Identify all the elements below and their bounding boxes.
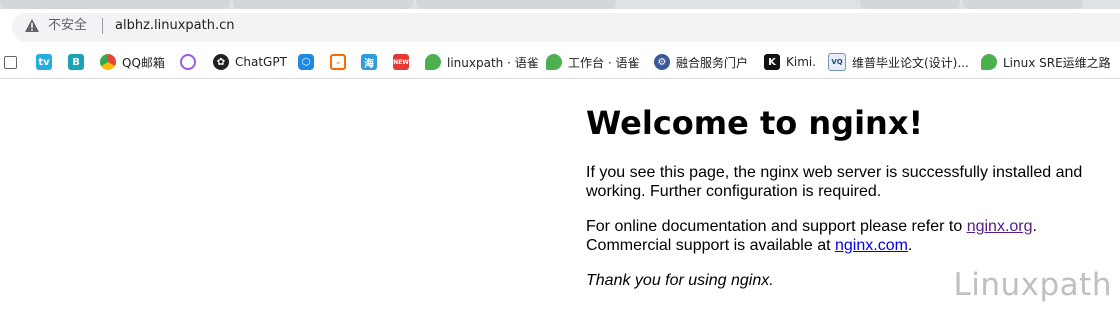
security-label[interactable]: 不安全 <box>48 18 87 34</box>
b-app-icon: B <box>68 54 84 70</box>
bookmark-item[interactable]: 工作台 · 语雀 <box>546 46 639 78</box>
url-field[interactable]: albhz.linuxpath.cn <box>115 18 235 34</box>
browser-tab[interactable] <box>963 0 1083 9</box>
yuque-icon <box>425 54 441 70</box>
browser-tab[interactable] <box>860 0 960 9</box>
bookmark-item[interactable]: ⚙ 融合服务门户 <box>654 46 748 78</box>
bookmark-item[interactable]: ⬡ <box>298 46 320 78</box>
bookmark-label: 维普毕业论文(设计)... <box>852 55 969 70</box>
watermark: Linuxpath <box>953 267 1112 303</box>
bookmark-item[interactable]: K Kimi. <box>764 46 816 78</box>
red-app-icon: NEW <box>393 54 409 70</box>
intro-paragraph: If you see this page, the nginx web serv… <box>586 164 1083 200</box>
bookmark-label: QQ邮箱 <box>122 55 165 70</box>
kimi-icon: K <box>764 54 780 70</box>
hexagon-app-icon: ⬡ <box>298 54 314 70</box>
bilibili-icon: tv <box>36 54 52 70</box>
tongyi-icon <box>180 54 196 70</box>
page-title: Welcome to nginx! <box>586 104 924 142</box>
page-viewport: Welcome to nginx! If you see this page, … <box>0 79 1120 315</box>
portal-icon: ⚙ <box>654 54 670 70</box>
commercial-text: Commercial support is available at <box>586 237 835 254</box>
divider <box>102 18 103 34</box>
browser-tab[interactable] <box>233 0 413 9</box>
docs-paragraph: For online documentation and support ple… <box>586 217 1096 255</box>
bookmark-item[interactable]: B <box>68 46 90 78</box>
bookmark-item[interactable] <box>4 46 23 78</box>
bookmark-item[interactable]: NEW <box>393 46 415 78</box>
browser-tab[interactable] <box>416 0 616 9</box>
hai-icon: 海 <box>361 54 377 70</box>
docs-text: For online documentation and support ple… <box>586 218 967 235</box>
yuque-icon <box>981 54 997 70</box>
commercial-period: . <box>907 237 913 254</box>
bookmark-label: 融合服务门户 <box>676 55 749 70</box>
nginx-welcome-page: Welcome to nginx! If you see this page, … <box>586 79 1096 290</box>
nginx-com-link[interactable]: nginx.com <box>835 237 908 254</box>
bookmarks-bar: tv B QQ邮箱 ✿ ChatGPT ⬡ - 海 NEW linuxpath … <box>0 46 1120 79</box>
qqmail-icon <box>100 54 116 70</box>
bookmark-item[interactable] <box>180 46 202 78</box>
bookmark-item[interactable]: ✿ ChatGPT <box>213 46 287 78</box>
bookmark-item[interactable]: VQ 维普毕业论文(设计)... <box>828 46 969 78</box>
browser-tab[interactable] <box>0 0 230 9</box>
nginx-org-link[interactable]: nginx.org <box>967 218 1033 235</box>
bookmark-item[interactable]: - <box>330 46 352 78</box>
aliyun-icon: - <box>330 54 346 70</box>
frame-icon <box>4 55 17 69</box>
address-bar: 不安全 albhz.linuxpath.cn <box>0 9 1120 46</box>
bookmark-label: Linux SRE运维之路 <box>1003 55 1111 70</box>
openai-icon: ✿ <box>213 54 229 70</box>
bookmark-item[interactable]: 海 <box>361 46 383 78</box>
docs-period: . <box>1032 218 1037 235</box>
warning-icon[interactable] <box>24 18 40 33</box>
vip-icon: VQ <box>828 53 846 71</box>
bookmark-item[interactable]: Linux SRE运维之路 <box>981 46 1111 78</box>
bookmark-item[interactable]: QQ邮箱 <box>100 46 165 78</box>
bookmark-item[interactable]: tv <box>36 46 58 78</box>
bookmark-label: ChatGPT <box>235 55 287 69</box>
yuque-icon <box>546 54 562 70</box>
tab-strip <box>0 0 1120 9</box>
bookmark-item[interactable]: linuxpath · 语雀 <box>425 46 539 78</box>
bookmark-label: 工作台 · 语雀 <box>568 55 640 70</box>
bookmark-label: linuxpath · 语雀 <box>447 55 539 70</box>
bookmark-label: Kimi. <box>786 55 817 69</box>
